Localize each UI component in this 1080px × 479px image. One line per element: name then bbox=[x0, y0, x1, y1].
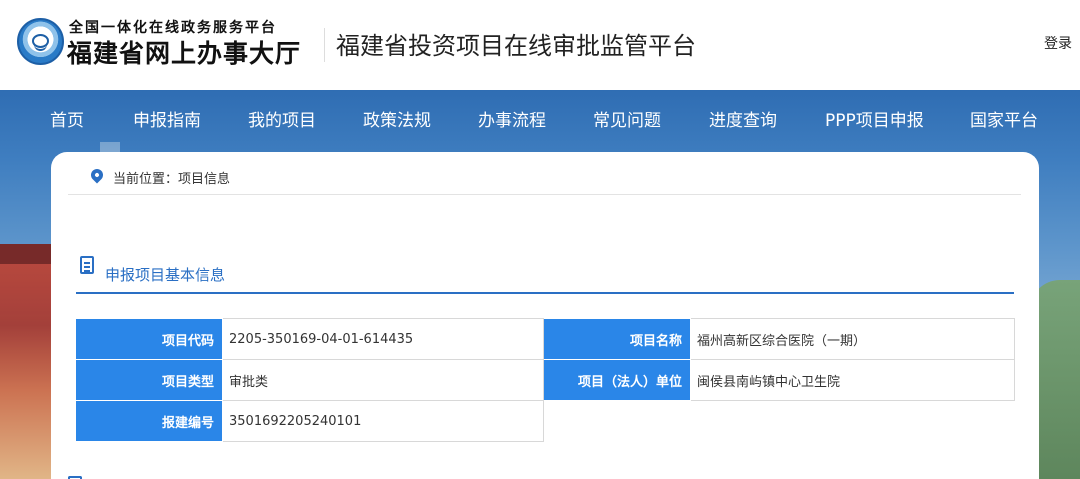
emblem-logo-icon[interactable] bbox=[17, 18, 64, 65]
document-icon bbox=[80, 256, 94, 274]
table-row: 项目代码 2205-350169-04-01-614435 项目名称 福州高新区… bbox=[75, 318, 1015, 360]
section-header: 申报项目基本信息 bbox=[76, 254, 1014, 294]
main-nav: 首页 申报指南 我的项目 政策法规 办事流程 常见问题 进度查询 PPP项目申报… bbox=[0, 90, 1080, 142]
project-type-label: 项目类型 bbox=[75, 359, 223, 401]
header-divider bbox=[324, 28, 325, 62]
table-row: 报建编号 3501692205240101 bbox=[75, 400, 1015, 442]
nav-item-progress[interactable]: 进度查询 bbox=[709, 106, 777, 131]
filing-no-label: 报建编号 bbox=[75, 400, 223, 442]
content-card: 当前位置：项目信息 申报项目基本信息 项目代码 2205-350169-04-0… bbox=[51, 152, 1039, 479]
legal-unit-label: 项目（法人）单位 bbox=[543, 359, 691, 401]
legal-unit-value: 闽侯县南屿镇中心卫生院 bbox=[690, 359, 1015, 401]
project-name-value: 福州高新区综合医院（一期） bbox=[690, 318, 1015, 360]
login-link[interactable]: 登录 bbox=[1044, 33, 1072, 53]
breadcrumb-text: 当前位置：项目信息 bbox=[113, 172, 231, 187]
nav-item-my-projects[interactable]: 我的项目 bbox=[248, 106, 316, 131]
top-header: 全国一体化在线政务服务平台 福建省网上办事大厅 福建省投资项目在线审批监管平台 … bbox=[0, 0, 1080, 90]
project-type-value: 审批类 bbox=[222, 359, 544, 401]
nav-item-home[interactable]: 首页 bbox=[50, 106, 84, 131]
nav-item-guide[interactable]: 申报指南 bbox=[133, 106, 201, 131]
emblem-smile bbox=[34, 44, 47, 51]
nav-item-policy[interactable]: 政策法规 bbox=[363, 106, 431, 131]
filing-no-value: 3501692205240101 bbox=[222, 400, 544, 442]
logo-title[interactable]: 福建省网上办事大厅 bbox=[67, 34, 301, 70]
nav-item-faq[interactable]: 常见问题 bbox=[593, 106, 661, 131]
empty-cell bbox=[543, 400, 1015, 442]
project-info-table: 项目代码 2205-350169-04-01-614435 项目名称 福州高新区… bbox=[75, 318, 1015, 442]
project-code-value: 2205-350169-04-01-614435 bbox=[222, 318, 544, 360]
nav-item-ppp[interactable]: PPP项目申报 bbox=[825, 106, 924, 131]
project-code-label: 项目代码 bbox=[75, 318, 223, 360]
nav-item-process[interactable]: 办事流程 bbox=[478, 106, 546, 131]
nav-item-national[interactable]: 国家平台 bbox=[970, 106, 1038, 131]
breadcrumb: 当前位置：项目信息 bbox=[68, 152, 1021, 195]
location-icon bbox=[88, 166, 106, 184]
platform-title: 福建省投资项目在线审批监管平台 bbox=[336, 32, 696, 60]
project-name-label: 项目名称 bbox=[543, 318, 691, 360]
section-title: 申报项目基本信息 bbox=[105, 266, 226, 284]
table-row: 项目类型 审批类 项目（法人）单位 闽侯县南屿镇中心卫生院 bbox=[75, 359, 1015, 401]
